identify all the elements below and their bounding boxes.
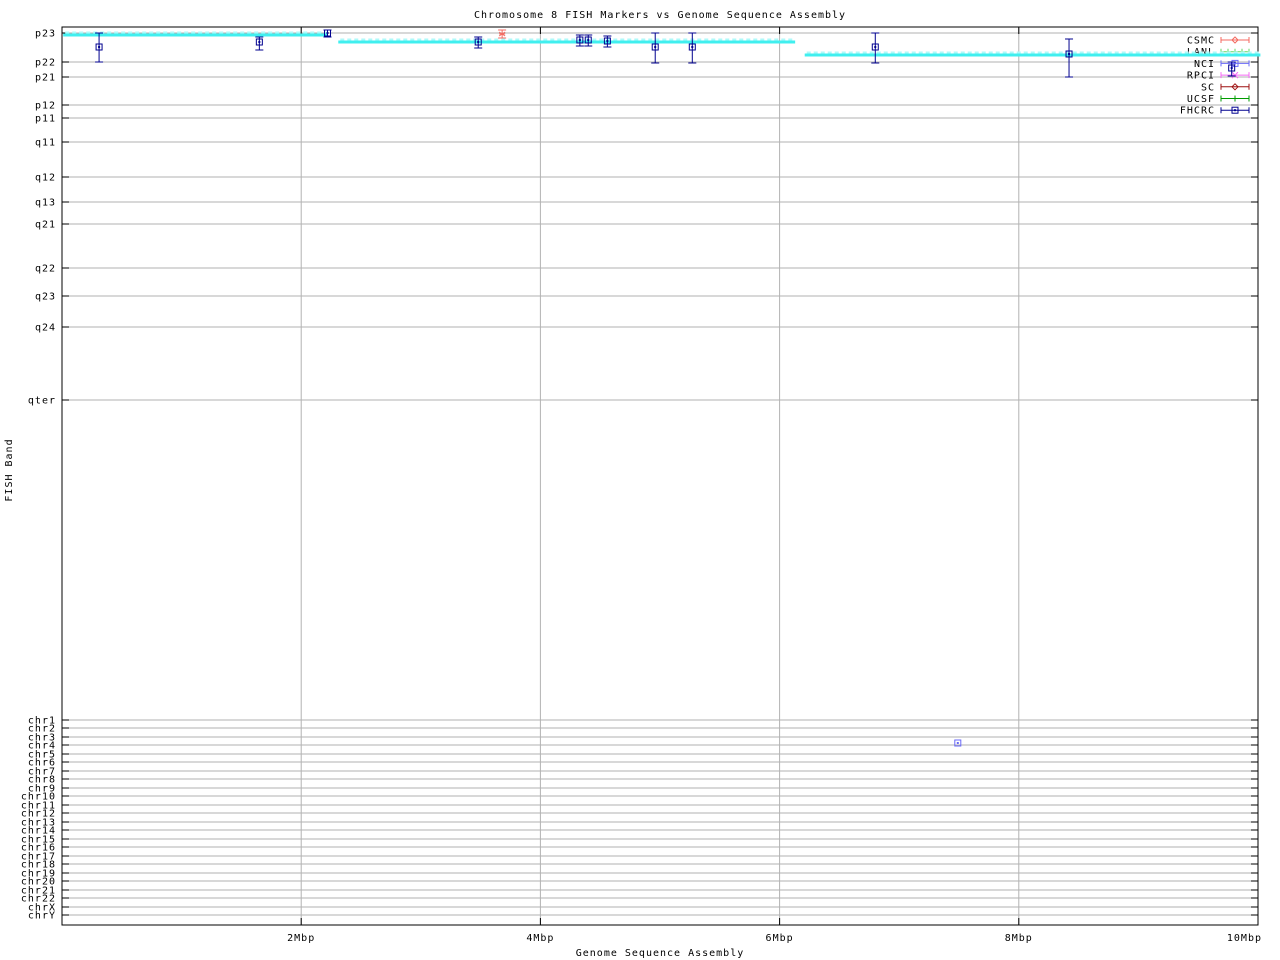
legend-label-sc: SC <box>1201 82 1215 93</box>
data-point-fhcrc <box>255 36 264 51</box>
y-tick-label-p12: p12 <box>35 101 56 112</box>
y-tick-label-q12: q12 <box>35 173 56 184</box>
y-tick-label-q11: q11 <box>35 138 56 149</box>
legend-entry-fhcrc: FHCRC <box>1180 106 1250 117</box>
data-point-fhcrc <box>323 29 332 38</box>
legend-label-csmc: CSMC <box>1187 36 1215 47</box>
assembly-band-line <box>63 31 1261 57</box>
x-axis-title: Genome Sequence Assembly <box>576 948 745 959</box>
square-marker-dot <box>1068 53 1071 55</box>
square-marker-dot <box>1234 62 1236 65</box>
data-point-fhcrc <box>474 36 483 49</box>
square-marker-dot <box>326 32 329 34</box>
x-tick-label-4Mbp: 4Mbp <box>526 933 554 944</box>
data-point-fhcrc <box>575 34 584 47</box>
data-point-fhcrc <box>1065 38 1074 78</box>
data-point-csmc <box>498 29 507 39</box>
square-marker-dot <box>587 39 590 41</box>
plot-frame <box>61 26 1259 926</box>
square-marker-dot <box>98 46 101 48</box>
chart-canvas: p23 p22 p21 p12 p11 q11 q12 q13 q21 q22 q23 q24 qter… <box>4 10 1262 959</box>
y-tick-label-chrY: chrY <box>28 911 56 922</box>
legend-entry-nci: NCI <box>1194 59 1250 70</box>
y-tick-label-qter: qter <box>28 396 56 407</box>
data-point-fhcrc <box>871 32 880 64</box>
square-marker-dot <box>477 41 480 43</box>
data-point-fhcrc <box>688 32 697 64</box>
x-tick-label-6Mbp: 6Mbp <box>766 933 794 944</box>
legend-entry-rpci: RPCI <box>1187 71 1250 82</box>
horizontal-gridlines <box>63 32 1257 916</box>
data-point-fhcrc <box>95 32 104 63</box>
y-tick-label-q23: q23 <box>35 292 56 303</box>
series-csmc <box>498 29 507 39</box>
square-marker-dot <box>874 46 877 48</box>
legend-label-nci: NCI <box>1194 59 1215 70</box>
y-tick-label-q21: q21 <box>35 220 56 231</box>
y-tick-label-p11: p11 <box>35 114 56 125</box>
data-point-fhcrc <box>651 32 660 64</box>
square-marker-dot <box>1230 67 1233 69</box>
y-tick-labels: p23 p22 p21 p12 p11 q11 q12 q13 q21 q22 q23 q24 qter… <box>21 29 56 922</box>
square-marker-dot <box>578 39 581 41</box>
band-segment <box>804 51 1261 57</box>
x-tick-label-10Mbp: 10Mbp <box>1227 933 1262 944</box>
x-tick-labels: 2Mbp 4Mbp 6Mbp 8Mbp 10Mbp <box>287 933 1262 944</box>
y-tick-label-q13: q13 <box>35 198 56 209</box>
square-marker-dot <box>1234 109 1236 112</box>
legend-entry-sc: SC <box>1201 82 1250 93</box>
data-point-fhcrc <box>603 35 612 48</box>
legend-label-ucsf: UCSF <box>1187 94 1215 105</box>
y-tick-label-p22: p22 <box>35 58 56 69</box>
legend-entry-lanl: LANL <box>1187 47 1250 58</box>
square-marker-dot <box>654 46 657 48</box>
y-tick-label-q24: q24 <box>35 323 56 334</box>
legend-label-fhcrc: FHCRC <box>1180 106 1215 117</box>
legend-entry-csmc: CSMC <box>1187 36 1250 47</box>
square-marker-dot <box>258 41 261 43</box>
legend-entry-ucsf: UCSF <box>1187 94 1250 105</box>
plot-border <box>61 26 1259 926</box>
y-tick-label-p23: p23 <box>35 29 56 40</box>
legend-label-rpci: RPCI <box>1187 71 1215 82</box>
square-marker-dot <box>956 742 959 744</box>
vertical-gridlines <box>300 28 1020 924</box>
y-tick-label-q22: q22 <box>35 264 56 275</box>
chart-title: Chromosome 8 FISH Markers vs Genome Sequ… <box>474 10 846 21</box>
x-tick-label-8Mbp: 8Mbp <box>1005 933 1033 944</box>
x-tick-label-2Mbp: 2Mbp <box>287 933 315 944</box>
band-segment <box>338 38 796 44</box>
fish-markers-plot-window: p23 p22 p21 p12 p11 q11 q12 q13 q21 q22 q23 q24 qter… <box>0 0 1280 960</box>
y-tick-label-p21: p21 <box>35 73 56 84</box>
data-point-fhcrc <box>584 34 593 47</box>
square-marker-dot <box>691 46 694 48</box>
y-axis-title: FISH Band <box>4 438 15 501</box>
data-points <box>95 29 1236 747</box>
square-marker-dot <box>606 40 609 42</box>
